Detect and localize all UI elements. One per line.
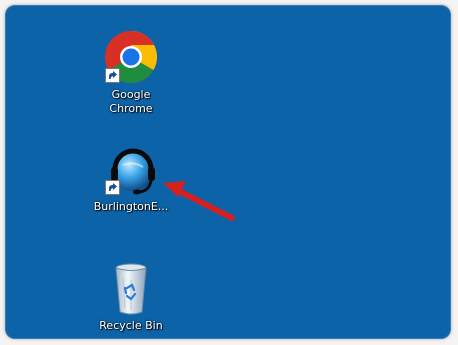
red-arrow-icon xyxy=(163,181,235,221)
